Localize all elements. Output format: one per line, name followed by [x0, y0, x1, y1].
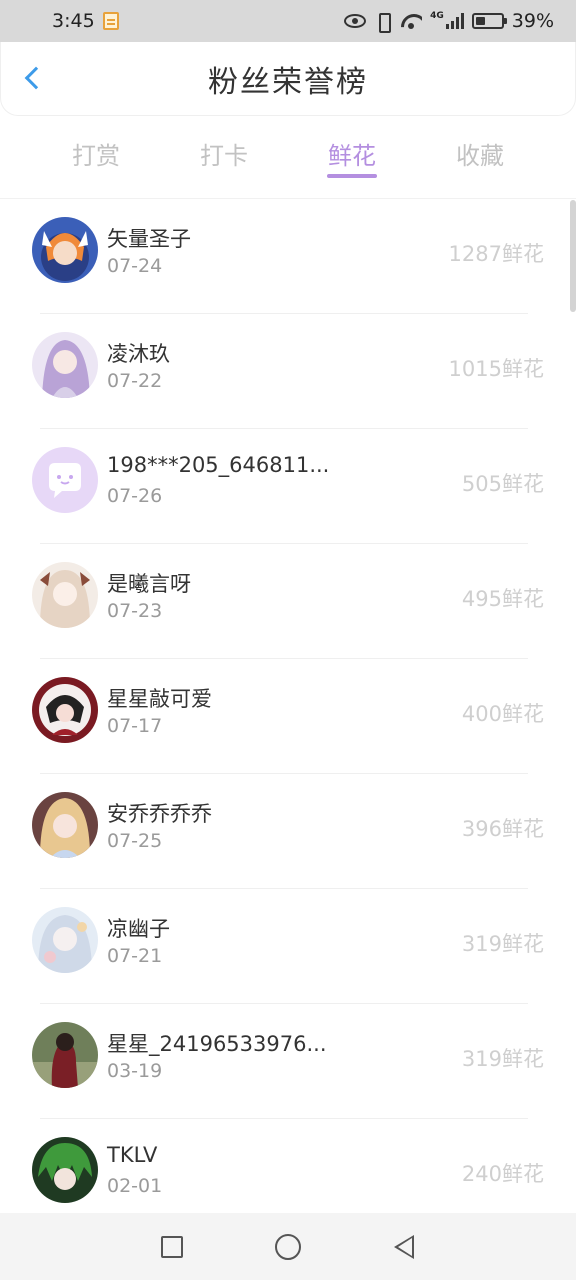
fan-date: 07-21 [107, 945, 163, 967]
list-item[interactable]: 星星敲可爱 07-17 400鲜花 [0, 659, 576, 774]
header: 粉丝荣誉榜 [0, 42, 576, 116]
fan-name: 198***205_646811... [107, 453, 330, 477]
avatar[interactable] [32, 217, 98, 283]
fan-name: 凌沐玖 [107, 342, 170, 366]
list-item[interactable]: 198***205_646811... 07-26 505鲜花 [0, 429, 576, 544]
vibrate-icon [374, 12, 392, 33]
back-nav-button[interactable] [390, 1233, 418, 1261]
avatar[interactable] [32, 332, 98, 398]
avatar[interactable] [32, 562, 98, 628]
tab-flowers[interactable]: 鲜花 [288, 126, 416, 184]
square-icon [161, 1235, 183, 1258]
fan-name: 矢量圣子 [107, 227, 191, 251]
tab-tips[interactable]: 打赏 [32, 126, 160, 184]
fan-score: 1015鲜花 [448, 357, 544, 381]
triangle-back-icon [394, 1234, 414, 1259]
avatar[interactable] [32, 792, 98, 858]
recent-apps-button[interactable] [158, 1233, 186, 1261]
list-item[interactable]: 凌沐玖 07-22 1015鲜花 [0, 314, 576, 429]
list-item[interactable]: 安乔乔乔乔 07-25 396鲜花 [0, 774, 576, 889]
fan-score: 319鲜花 [461, 1047, 544, 1071]
fan-date: 07-26 [107, 485, 163, 507]
fan-date: 02-01 [107, 1175, 163, 1197]
fan-ranking-list[interactable]: 矢量圣子 07-24 1287鲜花 凌沐玖 07-22 1015鲜花 198**… [0, 198, 576, 1213]
battery-fill [475, 17, 486, 25]
status-time: 3:45 [52, 10, 95, 32]
scrollbar[interactable] [570, 200, 576, 312]
tab-label: 鲜花 [328, 142, 376, 170]
signal-icon [445, 13, 464, 29]
fan-score: 1287鲜花 [448, 242, 544, 266]
system-nav-bar [0, 1213, 576, 1280]
list-item[interactable]: 凉幽子 07-21 319鲜花 [0, 889, 576, 1004]
fan-name: 星星敲可爱 [107, 687, 212, 711]
fan-score: 240鲜花 [461, 1162, 544, 1186]
avatar[interactable] [32, 1137, 98, 1203]
back-button[interactable] [15, 60, 51, 96]
active-tab-indicator [327, 174, 377, 178]
fan-score: 400鲜花 [461, 702, 544, 726]
fan-name: 星星_24196533976... [107, 1032, 327, 1056]
fan-name: 安乔乔乔乔 [107, 802, 212, 826]
battery-icon [471, 13, 507, 29]
fan-score: 396鲜花 [461, 817, 544, 841]
avatar[interactable] [32, 907, 98, 973]
tab-label: 打卡 [200, 142, 248, 170]
fan-date: 03-19 [107, 1060, 163, 1082]
fan-name: 凉幽子 [107, 917, 170, 941]
wifi-icon [400, 12, 422, 30]
list-item[interactable]: 是曦言呀 07-23 495鲜花 [0, 544, 576, 659]
fan-date: 07-24 [107, 255, 163, 277]
fan-date: 07-17 [107, 715, 163, 737]
avatar[interactable] [32, 1022, 98, 1088]
fan-date: 07-23 [107, 600, 163, 622]
fan-date: 07-22 [107, 370, 163, 392]
status-bar: 3:45 4G 39% [0, 0, 576, 42]
fan-score: 495鲜花 [461, 587, 544, 611]
tab-label: 打赏 [72, 142, 120, 170]
note-icon [102, 12, 119, 30]
avatar[interactable] [32, 677, 98, 743]
network-type-label: 4G [430, 11, 444, 21]
tab-bar: 打赏 打卡 鲜花 收藏 [0, 126, 576, 184]
fan-date: 07-25 [107, 830, 163, 852]
page-title: 粉丝荣誉榜 [208, 64, 368, 100]
tab-checkin[interactable]: 打卡 [160, 126, 288, 184]
fan-name: 是曦言呀 [107, 572, 191, 596]
status-right: 4G 39% [344, 10, 554, 33]
fan-name: TKLV [107, 1143, 158, 1167]
eye-icon [344, 14, 367, 28]
tab-favorites[interactable]: 收藏 [416, 126, 544, 184]
list-item[interactable]: 星星_24196533976... 03-19 319鲜花 [0, 1004, 576, 1119]
avatar[interactable] [32, 447, 98, 513]
list-item[interactable]: TKLV 02-01 240鲜花 [0, 1119, 576, 1213]
fan-score: 505鲜花 [461, 472, 544, 496]
list-item[interactable]: 矢量圣子 07-24 1287鲜花 [0, 199, 576, 314]
home-button[interactable] [274, 1233, 302, 1261]
circle-icon [275, 1233, 301, 1260]
battery-percent: 39% [511, 10, 554, 32]
status-left: 3:45 [52, 10, 119, 32]
fan-score: 319鲜花 [461, 932, 544, 956]
chevron-left-icon [24, 66, 48, 90]
tab-label: 收藏 [456, 142, 504, 170]
